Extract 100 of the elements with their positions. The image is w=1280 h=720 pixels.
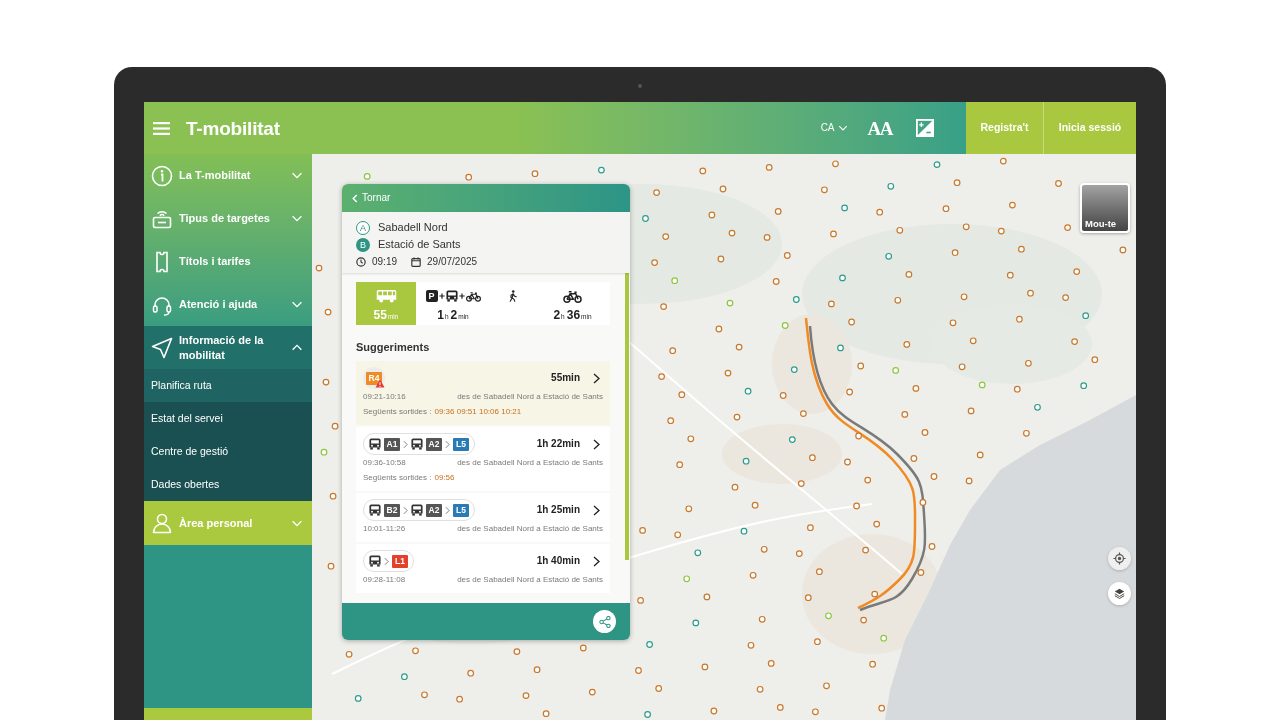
- stop-marker[interactable]: [708, 211, 716, 219]
- stop-marker[interactable]: [878, 704, 886, 712]
- stop-marker[interactable]: [894, 296, 902, 304]
- stop-marker[interactable]: [839, 274, 846, 282]
- stop-marker[interactable]: [758, 615, 766, 623]
- sidebar-item[interactable]: Informació de la mobilitat: [144, 326, 312, 369]
- stop-marker[interactable]: [1016, 315, 1023, 323]
- stop-marker[interactable]: [903, 341, 911, 348]
- stop-marker[interactable]: [719, 185, 727, 193]
- stop-marker[interactable]: [401, 673, 408, 681]
- stop-marker[interactable]: [930, 473, 938, 480]
- stop-marker[interactable]: [710, 707, 718, 715]
- stop-marker[interactable]: [740, 527, 748, 535]
- stop-marker[interactable]: [751, 501, 759, 509]
- stop-marker[interactable]: [345, 650, 353, 658]
- stop-marker[interactable]: [901, 411, 909, 418]
- stop-marker[interactable]: [639, 527, 646, 534]
- stop-marker[interactable]: [823, 682, 830, 690]
- stop-marker[interactable]: [830, 230, 837, 238]
- contrast-button[interactable]: [916, 119, 934, 137]
- stop-marker[interactable]: [976, 451, 984, 459]
- stop-marker[interactable]: [896, 226, 904, 234]
- stop-marker[interactable]: [644, 711, 651, 718]
- stop-marker[interactable]: [735, 343, 743, 351]
- share-button[interactable]: [593, 610, 616, 633]
- stop-marker[interactable]: [967, 407, 975, 415]
- stop-marker[interactable]: [880, 634, 888, 642]
- stop-marker[interactable]: [744, 387, 752, 395]
- stop-marker[interactable]: [320, 448, 328, 456]
- stop-marker[interactable]: [887, 182, 895, 190]
- stop-marker[interactable]: [651, 259, 658, 266]
- stop-marker[interactable]: [658, 373, 665, 380]
- stop-marker[interactable]: [809, 454, 816, 462]
- stop-marker[interactable]: [965, 477, 973, 485]
- stop-marker[interactable]: [790, 366, 798, 373]
- stop-marker[interactable]: [765, 164, 773, 171]
- stop-marker[interactable]: [958, 363, 966, 371]
- stop-marker[interactable]: [837, 344, 844, 352]
- stop-marker[interactable]: [756, 685, 764, 693]
- stop-marker[interactable]: [660, 303, 667, 310]
- stop-marker[interactable]: [763, 234, 771, 241]
- stop-marker[interactable]: [531, 170, 539, 178]
- stop-marker[interactable]: [1009, 201, 1016, 209]
- stop-marker[interactable]: [804, 594, 812, 602]
- stop-marker[interactable]: [646, 641, 653, 648]
- stop-marker[interactable]: [848, 318, 855, 326]
- stop-marker[interactable]: [522, 692, 530, 699]
- stop-marker[interactable]: [717, 255, 725, 263]
- stop-marker[interactable]: [1023, 429, 1030, 437]
- submenu-item[interactable]: Dades obertes: [144, 468, 312, 501]
- stop-marker[interactable]: [910, 455, 918, 462]
- stop-marker[interactable]: [919, 499, 927, 506]
- stop-marker[interactable]: [767, 660, 775, 667]
- stop-marker[interactable]: [797, 480, 805, 487]
- stop-marker[interactable]: [1080, 382, 1088, 390]
- route-card[interactable]: A1 A2 L5 1h 22min 09:36-10:58 des de Sabadell Nord a Estació de Sants Següents sortides : 09:56: [356, 427, 610, 491]
- stop-marker[interactable]: [814, 638, 821, 646]
- submenu-item[interactable]: Planifica ruta: [144, 369, 312, 402]
- stop-marker[interactable]: [800, 410, 807, 417]
- stop-marker[interactable]: [912, 385, 920, 392]
- stop-marker[interactable]: [513, 648, 521, 655]
- stop-marker[interactable]: [960, 293, 968, 301]
- stop-marker[interactable]: [1064, 224, 1071, 231]
- stop-marker[interactable]: [324, 308, 332, 316]
- stop-marker[interactable]: [807, 524, 814, 532]
- stop-marker[interactable]: [825, 612, 832, 620]
- stop-marker[interactable]: [795, 550, 803, 557]
- stop-marker[interactable]: [999, 157, 1007, 165]
- stop-marker[interactable]: [642, 215, 649, 222]
- stop-marker[interactable]: [953, 179, 961, 187]
- stop-marker[interactable]: [876, 208, 884, 216]
- stop-marker[interactable]: [905, 271, 913, 278]
- stop-marker[interactable]: [783, 252, 791, 259]
- stop-marker[interactable]: [997, 227, 1005, 235]
- stop-marker[interactable]: [1018, 245, 1025, 253]
- stop-marker[interactable]: [1091, 356, 1099, 364]
- stop-marker[interactable]: [885, 252, 893, 260]
- stop-marker[interactable]: [533, 666, 541, 674]
- stop-marker[interactable]: [1082, 312, 1090, 320]
- stop-marker[interactable]: [892, 367, 900, 374]
- stop-marker[interactable]: [733, 413, 741, 421]
- stop-marker[interactable]: [685, 505, 693, 513]
- scrollbar-thumb[interactable]: [625, 273, 629, 560]
- stop-marker[interactable]: [855, 432, 862, 440]
- stop-marker[interactable]: [726, 299, 734, 307]
- stop-marker[interactable]: [1025, 359, 1032, 367]
- stop-marker[interactable]: [821, 186, 828, 194]
- stop-marker[interactable]: [871, 590, 879, 598]
- stop-marker[interactable]: [760, 545, 768, 553]
- stop-marker[interactable]: [354, 695, 362, 702]
- stop-marker[interactable]: [1006, 271, 1014, 279]
- stop-marker[interactable]: [635, 667, 642, 674]
- stop-marker[interactable]: [724, 369, 732, 377]
- stop-marker[interactable]: [412, 647, 419, 655]
- stop-marker[interactable]: [832, 160, 839, 168]
- stop-marker[interactable]: [692, 619, 700, 627]
- stop-marker[interactable]: [933, 161, 941, 168]
- stop-marker[interactable]: [1013, 385, 1021, 393]
- stop-marker[interactable]: [465, 173, 473, 181]
- stop-marker[interactable]: [579, 644, 587, 652]
